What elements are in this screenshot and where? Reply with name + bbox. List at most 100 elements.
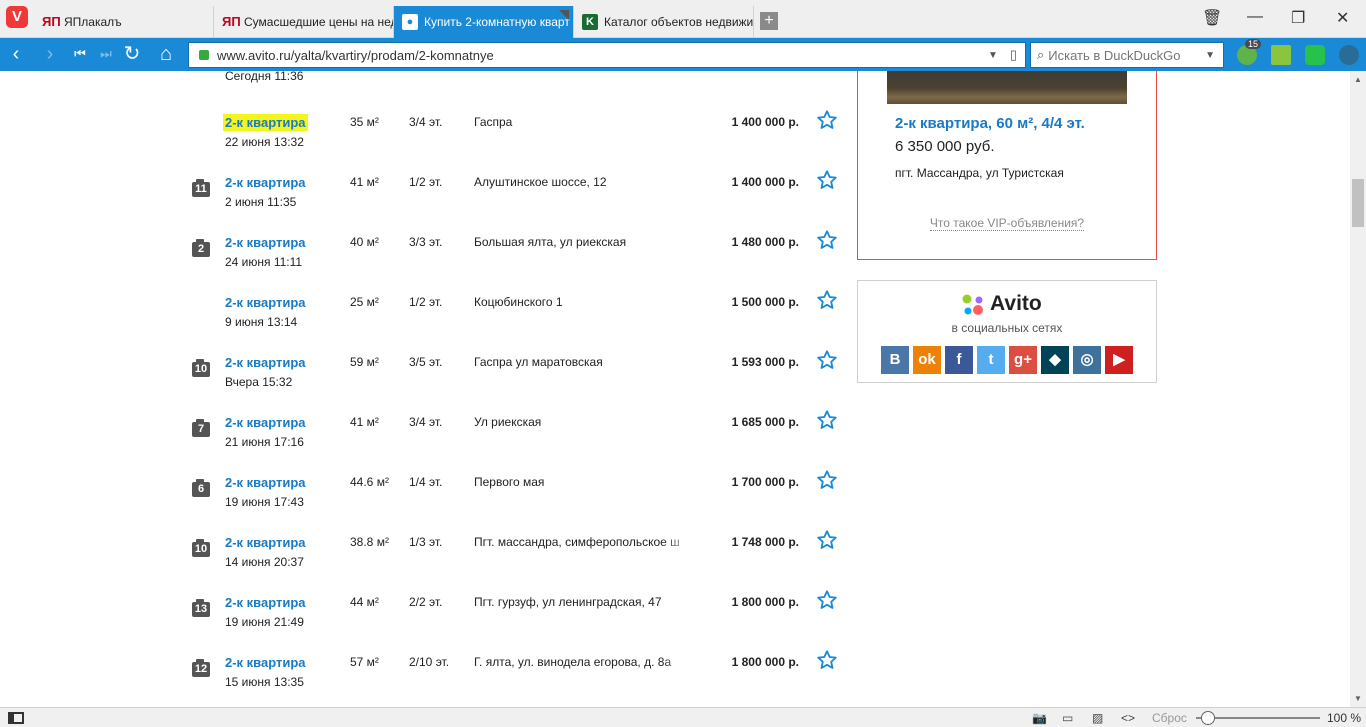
listing-price: 1 500 000 р. — [731, 295, 799, 309]
tab-label: ЯПлакалъ — [64, 15, 122, 29]
tab-corner-icon — [559, 10, 569, 20]
listing-title-link[interactable]: 2-к квартира — [225, 295, 306, 310]
tab-prices[interactable]: ЯП Сумасшедшие цены на нед — [214, 6, 394, 38]
listing-title-link[interactable]: 2-к квартира — [225, 535, 306, 550]
page-content: Сегодня 11:36 2-к квартира 22 июня 13:32… — [0, 71, 1350, 707]
odnoklassniki-icon[interactable]: ok — [913, 346, 941, 374]
listing-area: 40 м² — [350, 235, 379, 249]
panel-toggle-icon[interactable] — [8, 712, 24, 724]
listing-title-link[interactable]: 2-к квартира — [225, 235, 306, 250]
favorite-star-icon[interactable] — [816, 469, 838, 491]
listing-area: 41 м² — [350, 415, 379, 429]
tab-avito-active[interactable]: ● Купить 2-комнатную кварт — [394, 6, 574, 38]
youtube-icon[interactable]: ▶ — [1105, 346, 1133, 374]
listing-price: 1 800 000 р. — [731, 595, 799, 609]
search-box[interactable]: ⌕ ▼ — [1030, 42, 1224, 68]
listing-title-link[interactable]: 2-к квартира — [225, 595, 306, 610]
trash-icon[interactable]: 🗑 — [1202, 8, 1222, 28]
minimize-icon[interactable]: — — [1247, 8, 1263, 26]
listing-title-link[interactable]: 2-к квартира — [223, 114, 308, 131]
tab-catalog[interactable]: K Каталог объектов недвижи — [574, 6, 754, 38]
image-icon[interactable]: ▨ — [1092, 711, 1103, 725]
tab-yaplakal[interactable]: ЯП ЯПлакалъ — [34, 6, 214, 38]
new-tab-button[interactable]: + — [760, 12, 778, 30]
address-url[interactable]: www.avito.ru/yalta/kvartiry/prodam/2-kom… — [217, 48, 988, 63]
vertical-scrollbar[interactable]: ▲ ▼ — [1350, 71, 1366, 707]
listing-title-link[interactable]: 2-к квартира — [225, 655, 306, 670]
vip-info-link[interactable]: Что такое VIP-объявления? — [929, 216, 1085, 231]
zoom-slider-handle[interactable] — [1201, 711, 1216, 725]
zoom-level: 100 % — [1327, 711, 1362, 725]
listing-price: 1 593 000 р. — [731, 355, 799, 369]
window-icon[interactable]: ▭ — [1062, 711, 1073, 725]
facebook-icon[interactable]: f — [945, 346, 973, 374]
listing-title-link[interactable]: 2-к квартира — [225, 475, 306, 490]
favorite-star-icon[interactable] — [816, 169, 838, 191]
photo-count-camera-icon: 12 — [192, 659, 210, 677]
listing-area: 59 м² — [350, 355, 379, 369]
restore-icon[interactable]: ❐ — [1291, 8, 1305, 28]
chevron-down-icon[interactable]: ▼ — [1205, 50, 1215, 61]
scrollbar-thumb[interactable] — [1352, 179, 1364, 227]
listing-area: 25 м² — [350, 295, 379, 309]
listing-address: Г. ялта, ул. винодела егорова, д. 8а — [474, 655, 672, 669]
vip-listing-photo[interactable] — [887, 71, 1127, 104]
forward-icon[interactable]: › — [38, 42, 62, 66]
listing-row: 7 2-к квартира 21 июня 17:16 41 м² 3/4 э… — [0, 406, 850, 466]
favorite-star-icon[interactable] — [816, 109, 838, 131]
listing-title-link[interactable]: 2-к квартира — [225, 415, 306, 430]
twitter-icon[interactable]: t — [977, 346, 1005, 374]
download-arrow-icon[interactable] — [1271, 45, 1291, 65]
vk-icon[interactable]: В — [881, 346, 909, 374]
listing-floor: 3/5 эт. — [409, 355, 443, 369]
listing-title-link[interactable]: 2-к квартира — [225, 175, 306, 190]
bookmark-icon[interactable]: ▯ — [1010, 47, 1017, 63]
favorite-star-icon[interactable] — [816, 289, 838, 311]
close-window-icon[interactable]: ✕ — [1336, 8, 1349, 28]
chevron-down-icon[interactable]: ▼ — [988, 50, 998, 61]
reload-icon[interactable]: ↻ — [120, 42, 144, 66]
social-subtitle: в социальных сетях — [951, 321, 1063, 335]
tab-label: Сумасшедшие цены на нед — [244, 15, 394, 29]
vip-listing-title[interactable]: 2-к квартира, 60 м², 4/4 эт. — [895, 115, 1085, 132]
favorite-star-icon[interactable] — [816, 589, 838, 611]
listing-title-link[interactable]: 2-к квартира — [225, 355, 306, 370]
back-icon[interactable]: ‹ — [4, 42, 28, 66]
listing-price: 1 700 000 р. — [731, 475, 799, 489]
favorite-star-icon[interactable] — [816, 229, 838, 251]
favorite-star-icon[interactable] — [816, 409, 838, 431]
vivaldi-logo-icon[interactable]: V — [6, 6, 28, 28]
listing-date: 2 июня 11:35 — [225, 195, 297, 209]
listing-address: Первого мая — [474, 475, 545, 489]
zoom-reset-button[interactable]: Сброс — [1152, 711, 1187, 725]
yaplakal-icon: ЯП — [222, 14, 241, 29]
listing-area: 57 м² — [350, 655, 379, 669]
listing-row: 10 2-к квартира Вчера 15:32 59 м² 3/5 эт… — [0, 346, 850, 406]
favorite-star-icon[interactable] — [816, 649, 838, 671]
search-input[interactable] — [1048, 47, 1206, 63]
address-bar[interactable]: www.avito.ru/yalta/kvartiry/prodam/2-kom… — [188, 42, 1026, 68]
photo-count-camera-icon: 13 — [192, 599, 210, 617]
instagram-icon[interactable]: ◎ — [1073, 346, 1101, 374]
rewind-icon[interactable]: ⏮ — [68, 42, 92, 66]
favorite-star-icon[interactable] — [816, 349, 838, 371]
fast-forward-icon[interactable]: ⏭ — [94, 42, 118, 66]
code-icon[interactable]: <> — [1121, 711, 1135, 725]
vip-info-link-container: Что такое VIP-объявления? — [858, 216, 1156, 231]
photo-count-camera-icon: 10 — [192, 359, 210, 377]
listing-area: 44 м² — [350, 595, 379, 609]
scroll-down-icon[interactable]: ▼ — [1354, 694, 1362, 703]
listing-row: 11 2-к квартира 2 июня 11:35 41 м² 1/2 э… — [0, 166, 850, 226]
scroll-up-icon[interactable]: ▲ — [1354, 75, 1362, 84]
tab-label: Купить 2-комнатную кварт — [424, 15, 570, 29]
favorite-star-icon[interactable] — [816, 529, 838, 551]
camera-icon[interactable]: 📷 — [1032, 711, 1047, 725]
livejournal-icon[interactable]: ◆ — [1041, 346, 1069, 374]
lock-extension-icon[interactable] — [1305, 45, 1325, 65]
cloud-extension-icon[interactable] — [1339, 45, 1359, 65]
home-icon[interactable]: ⌂ — [154, 42, 178, 66]
listing-price: 1 400 000 р. — [731, 175, 799, 189]
google-plus-icon[interactable]: g+ — [1009, 346, 1037, 374]
listing-row: 12 2-к квартира 15 июня 13:35 57 м² 2/10… — [0, 646, 850, 706]
listing-date: 21 июня 17:16 — [225, 435, 304, 449]
